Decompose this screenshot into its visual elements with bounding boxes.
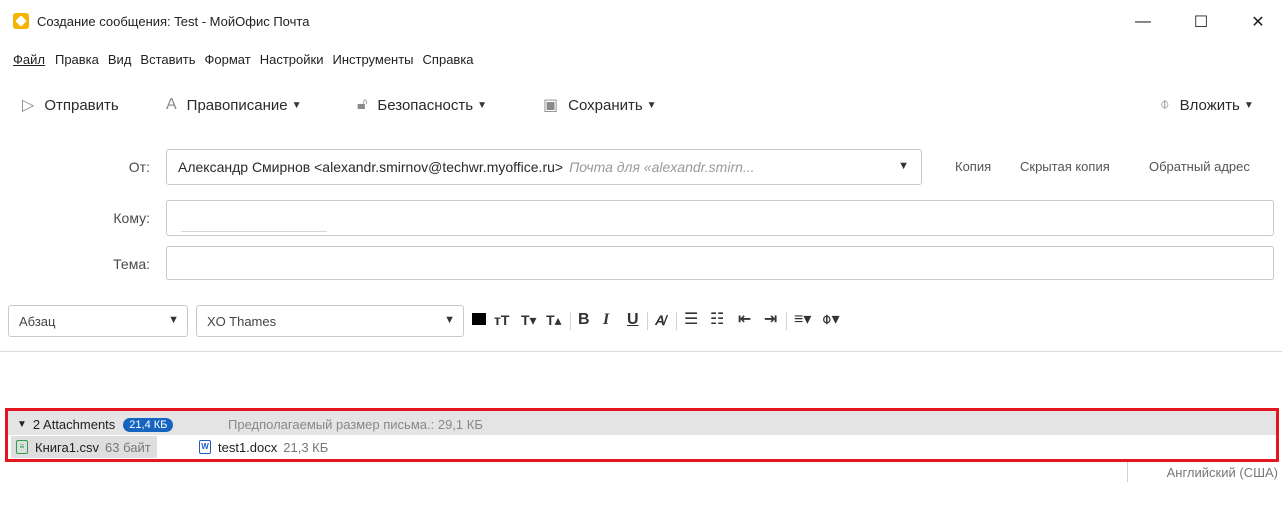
divider bbox=[570, 312, 571, 330]
bold-icon[interactable]: B bbox=[578, 312, 590, 328]
bulleted-list-icon[interactable]: ☰ bbox=[684, 312, 698, 328]
menu-edit[interactable]: Правка bbox=[55, 52, 99, 74]
menu-insert[interactable]: Вставить bbox=[140, 52, 195, 74]
reply-to-link[interactable]: Обратный адрес bbox=[1149, 159, 1250, 174]
menu-view[interactable]: Вид bbox=[108, 52, 132, 74]
attachments-title[interactable]: ▼ 2 Attachments 21,4 КБ bbox=[17, 417, 174, 432]
menu-bar: Файл Правка Вид Вставить Формат Настройк… bbox=[0, 52, 474, 74]
chevron-down-icon: ▼ bbox=[1243, 99, 1254, 111]
app-logo-icon bbox=[13, 13, 29, 29]
to-row: Кому: bbox=[0, 200, 1282, 236]
menu-help[interactable]: Справка bbox=[423, 52, 474, 74]
divider bbox=[786, 312, 787, 330]
attachment-item[interactable]: W test1.docx 21,3 КБ bbox=[194, 436, 334, 458]
from-hint: Почта для «alexandr.smirn... bbox=[569, 159, 755, 175]
attachment-size: 21,3 КБ bbox=[283, 439, 329, 455]
attach-button[interactable]: ⌽ Вложить ▼ bbox=[1160, 88, 1254, 122]
indent-icon[interactable]: ⇥ bbox=[764, 312, 777, 328]
save-label: Сохранить bbox=[568, 96, 643, 114]
subject-row: Тема: bbox=[0, 246, 1282, 282]
italic-icon[interactable]: I bbox=[603, 312, 609, 328]
attachments-count: 2 Attachments bbox=[32, 417, 116, 432]
font-size-smaller-icon[interactable]: T▾ bbox=[521, 312, 537, 328]
from-value: Александр Смирнов <alexandr.smirnov@tech… bbox=[178, 159, 564, 175]
close-button[interactable]: ✕ bbox=[1240, 8, 1276, 36]
window-title: Создание сообщения: Test - МойОфис Почта bbox=[37, 14, 310, 29]
align-icon[interactable]: ≡▾ bbox=[794, 312, 811, 328]
attach-label: Вложить bbox=[1179, 96, 1240, 114]
spelling-label: Правописание bbox=[186, 96, 288, 114]
attachment-size: 63 байт bbox=[105, 439, 151, 455]
save-icon: ▣ bbox=[543, 97, 559, 114]
formatting-toolbar: Абзац ▼ XO Thames ▼ ᴛT T▾ T▴ B I U A̸ ☰ … bbox=[0, 302, 1282, 340]
cc-link[interactable]: Копия bbox=[955, 159, 991, 174]
message-body-editor[interactable] bbox=[0, 352, 1282, 408]
paragraph-style-value: Абзац bbox=[19, 314, 56, 329]
send-icon: ▷ bbox=[22, 97, 35, 114]
paragraph-style-select[interactable]: Абзац ▼ bbox=[8, 305, 188, 337]
divider bbox=[647, 312, 648, 330]
attachment-item[interactable]: ≡ Книга1.csv 63 байт bbox=[11, 436, 157, 458]
subject-input[interactable] bbox=[166, 246, 1274, 280]
spelling-button[interactable]: A Правописание ▼ bbox=[166, 88, 302, 122]
to-input[interactable] bbox=[166, 200, 1274, 236]
from-select[interactable]: Александр Смирнов <alexandr.smirnov@tech… bbox=[166, 149, 922, 185]
font-select[interactable]: XO Thames ▼ bbox=[196, 305, 464, 337]
title-bar: Создание сообщения: Test - МойОфис Почта… bbox=[0, 0, 1282, 44]
divider bbox=[1127, 462, 1128, 482]
to-input-underline bbox=[181, 231, 327, 232]
paperclip-icon[interactable]: ⌽▾ bbox=[822, 312, 840, 328]
maximize-button[interactable]: ☐ bbox=[1183, 8, 1219, 36]
outdent-icon[interactable]: ⇤ bbox=[738, 312, 751, 328]
attachments-header[interactable]: ▼ 2 Attachments 21,4 КБ Предполагаемый р… bbox=[8, 411, 1276, 435]
send-label: Отправить bbox=[44, 96, 119, 114]
document-file-icon: W bbox=[199, 440, 211, 454]
paperclip-icon: ⌽ bbox=[1160, 96, 1170, 113]
from-text: Александр Смирнов <alexandr.smirnov@tech… bbox=[178, 159, 755, 175]
text-color-icon[interactable] bbox=[472, 313, 486, 325]
attachments-highlight: ▼ 2 Attachments 21,4 КБ Предполагаемый р… bbox=[5, 408, 1279, 462]
minimize-button[interactable]: — bbox=[1125, 8, 1161, 36]
font-size-larger-icon[interactable]: T▴ bbox=[546, 312, 562, 328]
chevron-down-icon: ▼ bbox=[168, 314, 179, 326]
menu-tools[interactable]: Инструменты bbox=[332, 52, 413, 74]
send-button[interactable]: ▷ Отправить bbox=[22, 88, 119, 122]
menu-file[interactable]: Файл bbox=[13, 52, 45, 74]
subject-label: Тема: bbox=[113, 256, 150, 272]
chevron-down-icon: ▼ bbox=[291, 99, 302, 111]
underline-icon[interactable]: U bbox=[627, 312, 639, 328]
bcc-link[interactable]: Скрытая копия bbox=[1020, 159, 1110, 174]
status-bar: Английский (США) bbox=[0, 462, 1282, 482]
chevron-down-icon: ▼ bbox=[17, 419, 27, 430]
divider bbox=[676, 312, 677, 330]
security-button[interactable]: 🔓︎ Безопасность ▼ bbox=[357, 88, 487, 122]
attachments-size-badge: 21,4 КБ bbox=[123, 417, 174, 432]
chevron-down-icon: ▼ bbox=[444, 314, 455, 326]
font-size-reset-icon[interactable]: ᴛT bbox=[494, 312, 509, 328]
attachments-list: ≡ Книга1.csv 63 байт W test1.docx 21,3 К… bbox=[8, 435, 1276, 459]
chevron-down-icon: ▼ bbox=[646, 99, 657, 111]
to-label: Кому: bbox=[113, 210, 150, 226]
attachment-name: Книга1.csv bbox=[35, 439, 100, 455]
attachment-name: test1.docx bbox=[218, 439, 278, 455]
lock-icon: 🔓︎ bbox=[357, 96, 368, 113]
menu-settings[interactable]: Настройки bbox=[260, 52, 324, 74]
chevron-down-icon: ▼ bbox=[898, 160, 909, 172]
estimated-size: Предполагаемый размер письма.: 29,1 КБ bbox=[228, 417, 483, 432]
spelling-icon: A bbox=[166, 96, 177, 113]
menu-format[interactable]: Формат bbox=[205, 52, 251, 74]
security-label: Безопасность bbox=[377, 96, 474, 114]
save-button[interactable]: ▣ Сохранить ▼ bbox=[543, 88, 657, 122]
font-value: XO Thames bbox=[207, 314, 277, 329]
clear-format-icon[interactable]: A̸ bbox=[655, 312, 665, 328]
chevron-down-icon: ▼ bbox=[477, 99, 487, 111]
spreadsheet-file-icon: ≡ bbox=[16, 440, 28, 454]
language-status[interactable]: Английский (США) bbox=[1167, 465, 1278, 480]
from-label: От: bbox=[128, 159, 150, 175]
compose-toolbar: ▷ Отправить A Правописание ▼ 🔓︎ Безопасн… bbox=[0, 88, 1282, 122]
numbered-list-icon[interactable]: ☷ bbox=[710, 312, 724, 328]
